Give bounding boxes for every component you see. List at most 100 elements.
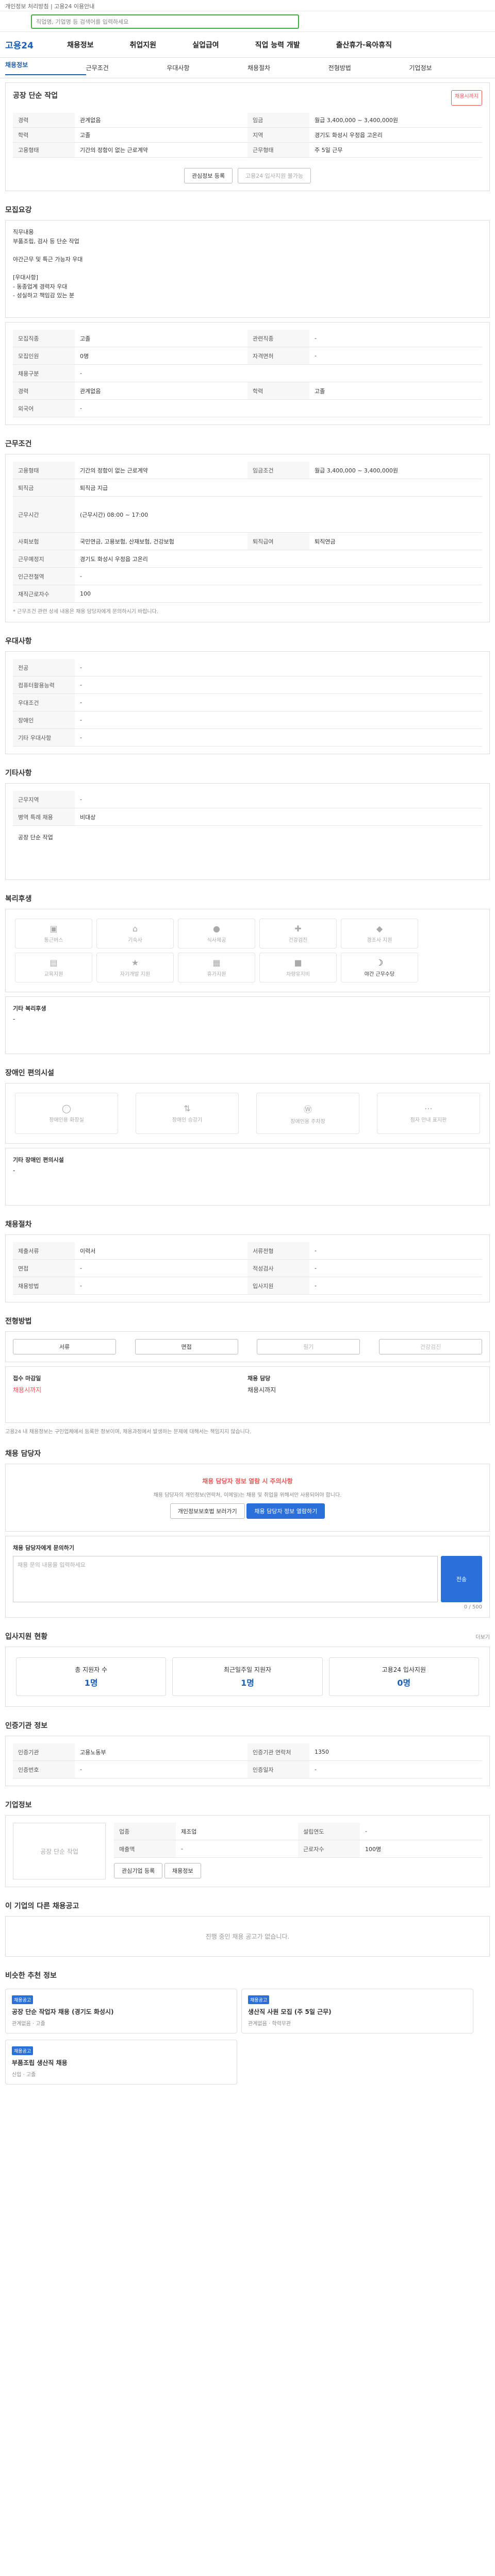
car-icon: ■ bbox=[294, 958, 302, 968]
welfare-title: 복리후생 bbox=[5, 895, 32, 903]
value: - bbox=[80, 682, 82, 688]
value: - bbox=[80, 734, 82, 741]
similar-item[interactable]: 채용공고 생산직 사원 모집 (주 5일 근무) 관계없음 · 학력무관 bbox=[241, 1989, 473, 2033]
welfare-item: ▤ 교육지원 bbox=[15, 953, 92, 982]
tab-recruit[interactable]: 채용정보 bbox=[5, 60, 86, 75]
label: 총 지원자 수 bbox=[75, 1666, 108, 1673]
global-nav: 고용24 채용정보 취업지원 실업급여 직업 능력 개발 출산휴가·육아휴직 bbox=[0, 32, 495, 58]
value: 경기도 화성시 우정읍 고온리 bbox=[80, 555, 148, 563]
tab-company[interactable]: 기업정보 bbox=[409, 63, 490, 72]
company-jobs-button[interactable]: 채용정보 bbox=[164, 1863, 201, 1878]
top-search-bar: 직업명, 기업명 등 검색어를 입력하세요 bbox=[0, 11, 495, 32]
label: 병역 특례 채용 bbox=[13, 808, 75, 825]
stat-item: 최근일주일 지원자 1명 bbox=[172, 1657, 323, 1696]
inquiry-textarea[interactable]: 채용 문의 내용을 입력하세요 bbox=[13, 1556, 438, 1602]
value: - bbox=[80, 573, 82, 580]
label: 학력 bbox=[248, 382, 309, 399]
value: - bbox=[80, 1282, 82, 1289]
value: - bbox=[80, 1766, 82, 1773]
label: 경력 bbox=[13, 113, 75, 127]
deadline-badge: 채용시까지 bbox=[451, 90, 482, 106]
value: - bbox=[80, 405, 82, 412]
tab-preference[interactable]: 우대사항 bbox=[167, 63, 248, 72]
label: 식사제공 bbox=[207, 938, 226, 943]
label: 기숙사 bbox=[128, 938, 142, 943]
bus-icon: ▣ bbox=[50, 924, 58, 934]
welfare-item: ■ 차량유지비 bbox=[259, 953, 337, 982]
value: - bbox=[13, 1167, 15, 1174]
tab-conditions[interactable]: 근무조건 bbox=[86, 63, 167, 72]
label: 야간 근무수당 bbox=[364, 972, 395, 977]
label: 제출서류 bbox=[13, 1242, 75, 1259]
inquiry-title: 채용 담당자에게 문의하기 bbox=[13, 1545, 74, 1551]
process-table: 제출서류 이력서 서류전형 - 면접 - 적성검사 - 채용방법 - 입사지원 - bbox=[5, 1234, 490, 1302]
conditions-table: 고용형태 기간의 정함이 없는 근로계약 임금조건 월급 3,400,000 ~ 3,… bbox=[5, 454, 490, 622]
conditions-title: 근무조건 bbox=[5, 440, 32, 448]
agency-title: 인증기관 정보 bbox=[5, 1722, 48, 1730]
value: 주 5일 근무 bbox=[315, 147, 343, 154]
disability-grid: ◯ 장애인용 화장실 ⇅ 장애인 승강기 Ⓦ 장애인용 주차장 ⋯ 점자 안내 표지판 bbox=[5, 1083, 490, 1144]
tab-method[interactable]: 전형방법 bbox=[328, 63, 409, 72]
star-icon: ★ bbox=[131, 958, 139, 968]
label: 재직근로자수 bbox=[13, 585, 75, 602]
label: 경력 bbox=[13, 382, 75, 399]
warning-badge: 채용 담당자 정보 열람 시 주의사항 bbox=[202, 1478, 293, 1485]
value: 기간의 정함이 없는 근로계약 bbox=[80, 147, 148, 154]
value: 비대상 bbox=[80, 814, 96, 821]
value: 월급 3,400,000 ~ 3,400,000원 bbox=[315, 467, 399, 474]
title: 생산직 사원 모집 (주 5일 근무) bbox=[248, 2008, 332, 2015]
gnb-training[interactable]: 직업 능력 개발 bbox=[255, 40, 300, 50]
pref-title: 우대사항 bbox=[5, 637, 32, 646]
tag: 채용공고 bbox=[12, 2046, 34, 2055]
value: - bbox=[80, 370, 82, 377]
label: 장애인용 주차장 bbox=[290, 1118, 325, 1125]
pref-table: 전공 - 컴퓨터활용능력 - 우대조건 - 장애인 - 기타 우대사항 - bbox=[5, 651, 490, 754]
value: - bbox=[315, 1282, 317, 1289]
job-summary-card: 공장 단순 작업 채용시까지 경력 관계없음 임금 월급 3,400,000 ~ 3… bbox=[5, 82, 490, 191]
similar-item[interactable]: 채용공고 공장 단순 작업자 채용 (경기도 화성시) 관계없음 · 고졸 bbox=[5, 1989, 237, 2033]
gnb-leave[interactable]: 출산휴가·육아휴직 bbox=[336, 40, 392, 50]
view-contact-button[interactable]: 채용 담당자 정보 열람하기 bbox=[246, 1503, 325, 1519]
label: 업종 bbox=[114, 1823, 176, 1840]
label: 점자 안내 표지판 bbox=[410, 1117, 447, 1123]
tag: 채용공고 bbox=[12, 1995, 34, 2004]
inquiry-submit-button[interactable]: 전송 bbox=[441, 1556, 482, 1602]
welfare-item-active: ☽ 야간 근무수당 bbox=[341, 953, 418, 982]
value: 1350 bbox=[315, 1749, 329, 1755]
value: 이력서 bbox=[80, 1247, 96, 1255]
value: - bbox=[80, 699, 82, 706]
facility-item: ⇅ 장애인 승강기 bbox=[136, 1093, 239, 1134]
label: 임금 bbox=[248, 113, 309, 127]
privacy-law-button[interactable]: 개인정보보호법 보러가기 bbox=[170, 1503, 245, 1519]
facility-item: Ⓦ 장애인용 주차장 bbox=[256, 1093, 359, 1134]
method-title: 전형방법 bbox=[5, 1317, 32, 1326]
value: 고졸 bbox=[315, 387, 325, 395]
welfare-etc: 기타 복리후생 - bbox=[5, 996, 490, 1054]
braille-icon: ⋯ bbox=[424, 1104, 433, 1113]
value: - bbox=[315, 352, 317, 359]
label: 인근전철역 bbox=[13, 568, 75, 585]
value: - bbox=[315, 1265, 317, 1272]
inquiry-box: 채용 담당자에게 문의하기 채용 문의 내용을 입력하세요 전송 0 / 500 bbox=[5, 1536, 490, 1618]
value: 1명 bbox=[84, 1678, 98, 1688]
value: 고졸 bbox=[80, 335, 91, 342]
gnb-recruit[interactable]: 채용정보 bbox=[67, 40, 94, 50]
label: 지역 bbox=[248, 128, 309, 142]
warning-text: 채용 담당자의 개인정보(연락처, 이메일)는 채용 및 취업을 위해서만 사용… bbox=[153, 1493, 342, 1498]
interest-button[interactable]: 관심정보 등록 bbox=[184, 168, 233, 183]
site-logo[interactable]: 고용24 bbox=[5, 38, 67, 51]
etc-title: 기타사항 bbox=[5, 769, 32, 777]
gnb-employment[interactable]: 취업지원 bbox=[130, 40, 157, 50]
similar-list: 채용공고 공장 단순 작업자 채용 (경기도 화성시) 관계없음 · 고졸 채용공고… bbox=[3, 1986, 492, 2088]
stat-item: 고용24 입사지원 0명 bbox=[328, 1657, 479, 1696]
gnb-unemployment[interactable]: 실업급여 bbox=[192, 40, 219, 50]
label: 접수 마감일 bbox=[13, 1375, 41, 1382]
search-input[interactable]: 직업명, 기업명 등 검색어를 입력하세요 bbox=[31, 14, 299, 29]
tab-process[interactable]: 채용절차 bbox=[248, 63, 328, 72]
interest-company-button[interactable]: 관심기업 등록 bbox=[114, 1863, 163, 1878]
value: 100 bbox=[80, 590, 91, 597]
overview-body: 직무내용 부품조립, 검사 등 단순 작업 야간근무 및 특근 가능자 우대 [… bbox=[5, 220, 490, 318]
stats-more-link[interactable]: 더보기 bbox=[475, 1633, 490, 1640]
apply-disabled-button[interactable]: 고용24 입사지원 불가능 bbox=[237, 168, 311, 183]
similar-item[interactable]: 채용공고 부품조립 생산직 채용 신입 · 고졸 bbox=[5, 2040, 237, 2084]
